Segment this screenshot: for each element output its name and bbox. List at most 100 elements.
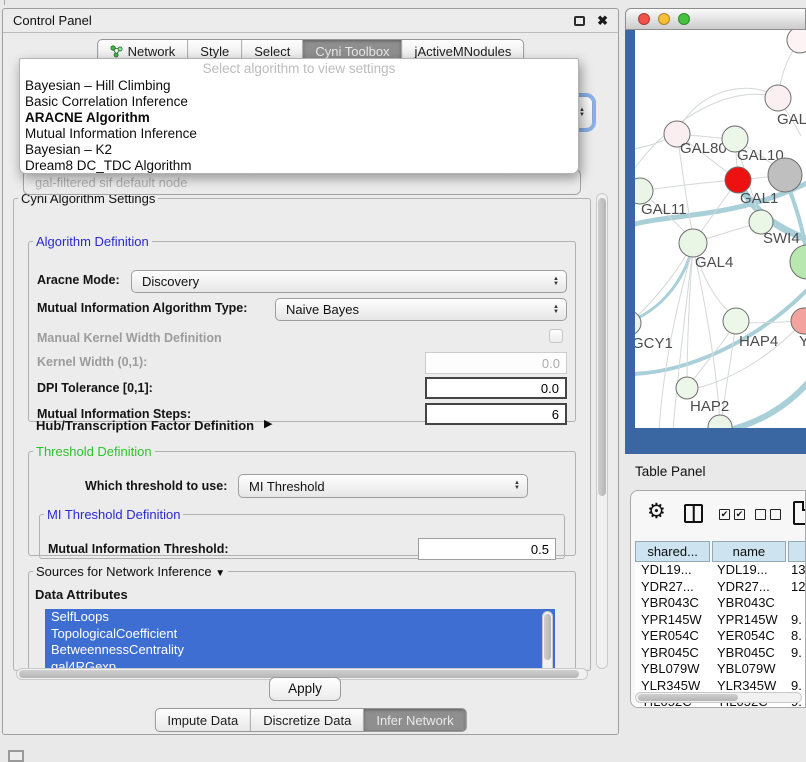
table-horizontal-scrollbar[interactable] — [635, 692, 802, 703]
network-select-value: gal-filtered sif default node — [35, 175, 187, 190]
apply-button[interactable]: Apply — [269, 677, 341, 701]
kernel-width-field[interactable] — [425, 352, 567, 374]
network-edge[interactable] — [677, 88, 778, 134]
scrollbar-thumb[interactable] — [638, 694, 738, 701]
dropdown-placeholder: Select algorithm to view settings — [20, 60, 578, 78]
collapsed-arrow-icon[interactable]: ▶ — [264, 417, 272, 430]
table-row[interactable]: YBR045CYBR045C9. — [635, 645, 806, 662]
algorithm-option[interactable]: ARACNE Algorithm — [20, 110, 578, 126]
tab-discretize-data[interactable]: Discretize Data — [251, 709, 364, 731]
network-node[interactable] — [768, 158, 802, 192]
network-edge[interactable] — [635, 250, 689, 324]
table-cell: YBR043C — [711, 595, 785, 612]
algorithm-option[interactable]: Mutual Information Inference — [20, 126, 578, 142]
network-canvas[interactable]: GALGAL80GAL10GAL1GAL11SWI4GAL4YHAP4GCY1H… — [635, 30, 806, 428]
tab-impute-data[interactable]: Impute Data — [155, 709, 251, 731]
network-node-hap2[interactable] — [676, 377, 698, 399]
zoom-traffic-light-icon[interactable] — [678, 13, 690, 25]
node-label: HAP4 — [739, 333, 778, 350]
algorithm-option[interactable]: Basic Correlation Inference — [20, 94, 578, 110]
panel-title: Control Panel — [13, 13, 574, 28]
network-icon — [110, 45, 123, 58]
table-row[interactable]: YER054CYER054C8. — [635, 628, 806, 645]
attribute-list-item-selected[interactable]: SelfLoops — [45, 609, 555, 626]
scrollbar-thumb[interactable] — [544, 614, 551, 660]
columns-icon[interactable] — [684, 504, 703, 523]
network-node-gal[interactable] — [765, 85, 791, 111]
aracne-mode-value: Discovery — [142, 274, 199, 289]
cyni-bottom-tab-bar: Impute DataDiscretize DataInfer Network — [154, 708, 466, 732]
float-icon[interactable] — [574, 16, 585, 26]
table-row[interactable]: YDR27...YDR27...12 — [635, 579, 806, 596]
table-cell: YBR045C — [711, 645, 785, 662]
file-icon[interactable] — [793, 501, 806, 525]
algorithm-dropdown-popup: Select algorithm to view settings Bayesi… — [19, 58, 579, 174]
table-row[interactable]: YBR043CYBR043C — [635, 595, 806, 612]
hub-section-label: Hub/Transcription Factor Definition — [36, 418, 254, 433]
kernel-width-label: Kernel Width (0,1): — [37, 355, 147, 369]
table-cell: 12 — [785, 579, 806, 596]
close-traffic-light-icon[interactable] — [638, 13, 650, 25]
manual-kernel-checkbox[interactable] — [549, 329, 563, 343]
table-cell — [785, 661, 806, 678]
select-all-icon[interactable]: ✔✔ — [719, 509, 745, 520]
mi-steps-field[interactable] — [425, 403, 567, 425]
table-cell: YER054C — [711, 628, 785, 645]
column-header-name[interactable]: name — [712, 541, 785, 562]
dpi-tolerance-field[interactable] — [425, 377, 567, 399]
minimized-panel-icon[interactable] — [8, 750, 24, 762]
dpi-tolerance-label: DPI Tolerance [0,1]: — [37, 381, 153, 395]
table-row[interactable]: YPR145WYPR145W9. — [635, 612, 806, 629]
which-threshold-label: Which threshold to use: — [85, 479, 227, 493]
column-header-shared-[interactable]: shared... — [635, 541, 710, 562]
network-edge-highlighted[interactable] — [719, 374, 806, 428]
network-window-titlebar[interactable] — [625, 8, 806, 30]
column-header-a[interactable]: A — [788, 541, 806, 562]
minimize-traffic-light-icon[interactable] — [658, 13, 670, 25]
network-graph[interactable]: GALGAL80GAL10GAL1GAL11SWI4GAL4YHAP4GCY1H… — [635, 30, 806, 428]
algorithm-option[interactable]: Dream8 DC_TDC Algorithm — [20, 158, 578, 174]
table-cell: YDR27... — [635, 579, 711, 596]
attribute-list-item-selected[interactable]: TopologicalCoefficient — [45, 626, 555, 643]
cyni-algorithm-settings-group: Cyni Algorithm Settings Algorithm Defini… — [13, 191, 591, 671]
algorithm-definition-title: Algorithm Definition — [33, 234, 152, 249]
network-node[interactable] — [787, 30, 806, 53]
data-attributes-list[interactable]: SelfLoopsTopologicalCoefficientBetweenne… — [45, 609, 555, 676]
table-row[interactable]: YBL079WYBL079W — [635, 661, 806, 678]
table-cell: YPR145W — [635, 612, 711, 629]
close-icon[interactable]: ✖ — [597, 16, 608, 26]
network-node-hap4[interactable] — [723, 308, 749, 334]
mi-threshold-field[interactable] — [418, 538, 556, 560]
expanded-arrow-icon[interactable]: ▼ — [215, 568, 225, 579]
gear-icon[interactable]: ⚙ — [647, 499, 666, 524]
node-label: HAP2 — [690, 398, 729, 415]
deselect-all-icon[interactable] — [755, 509, 781, 520]
settings-vertical-scrollbar[interactable] — [596, 193, 608, 669]
which-threshold-combo[interactable]: MI Threshold ▲▼ — [238, 474, 528, 498]
attribute-list-item-selected[interactable]: BetweennessCentrality — [45, 642, 555, 659]
mi-type-combo[interactable]: Naive Bayes ▲▼ — [275, 298, 567, 321]
network-node[interactable] — [790, 245, 806, 279]
control-panel-window: Control Panel ✖ NetworkStyleSelectCyni T… — [2, 8, 619, 735]
network-edge-highlighted[interactable] — [635, 286, 806, 374]
node-label: GAL4 — [695, 254, 733, 271]
network-edge[interactable] — [640, 180, 737, 191]
tab-infer-network[interactable]: Infer Network — [364, 709, 465, 731]
network-view-window: GALGAL80GAL10GAL1GAL11SWI4GAL4YHAP4GCY1H… — [625, 8, 806, 454]
table-cell: 9. — [785, 612, 806, 629]
network-node-gal4[interactable] — [679, 229, 707, 257]
network-node-y[interactable] — [791, 308, 806, 334]
scrollbar-thumb[interactable] — [598, 198, 606, 496]
algorithm-option[interactable]: Bayesian – Hill Climbing — [20, 78, 578, 94]
network-node-gcy1[interactable] — [635, 311, 641, 335]
network-node[interactable] — [708, 415, 732, 428]
table-row[interactable]: YDL19...YDL19...13 — [635, 562, 806, 579]
stepper-icon: ▲▼ — [553, 277, 559, 287]
aracne-mode-combo[interactable]: Discovery ▲▼ — [131, 270, 567, 293]
attributes-scrollbar[interactable] — [542, 611, 553, 676]
stepper-icon: ▲▼ — [514, 481, 520, 491]
table-toolbar: ⚙ ✔✔ — [631, 491, 805, 537]
tab-label: Network — [128, 44, 176, 59]
algorithm-option[interactable]: Bayesian – K2 — [20, 142, 578, 158]
table-cell: 13 — [785, 562, 806, 579]
